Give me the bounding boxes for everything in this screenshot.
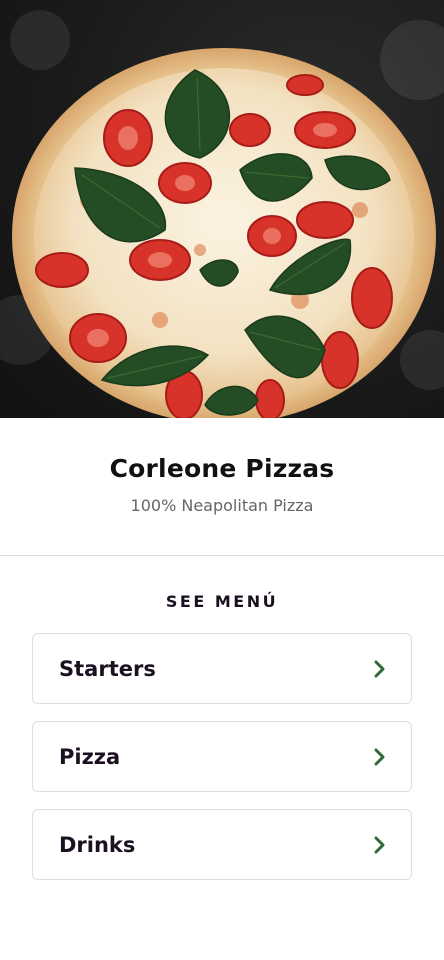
restaurant-name: Corleone Pizzas bbox=[109, 454, 335, 483]
menu-item-label: Drinks bbox=[59, 832, 136, 857]
menu-item-label: Pizza bbox=[59, 744, 121, 769]
chevron-right-icon bbox=[373, 659, 387, 679]
hero-pizza-image bbox=[0, 0, 444, 418]
menu-heading: SEE MENÚ bbox=[165, 592, 279, 611]
restaurant-tagline: 100% Neapolitan Pizza bbox=[130, 496, 314, 515]
restaurant-header: Corleone Pizzas 100% Neapolitan Pizza bbox=[0, 418, 444, 556]
menu-section: SEE MENÚ Starters Pizza Drinks bbox=[0, 556, 444, 880]
menu-item-label: Starters bbox=[59, 656, 156, 681]
chevron-right-icon bbox=[373, 747, 387, 767]
menu-item-starters[interactable]: Starters bbox=[32, 633, 412, 704]
menu-list: Starters Pizza Drinks bbox=[0, 633, 444, 880]
menu-item-pizza[interactable]: Pizza bbox=[32, 721, 412, 792]
pizza-illustration bbox=[0, 10, 444, 418]
chevron-right-icon bbox=[373, 835, 387, 855]
menu-item-drinks[interactable]: Drinks bbox=[32, 809, 412, 880]
